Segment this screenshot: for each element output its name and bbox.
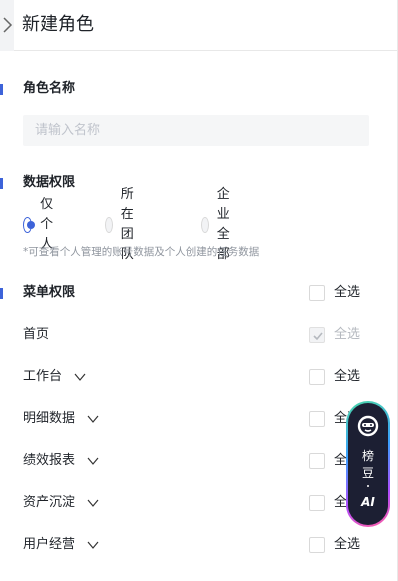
radio-unchecked-icon[interactable] <box>201 217 209 233</box>
menu-item-select-label: 全选 <box>334 537 361 552</box>
menu-item-label[interactable]: 工作台 <box>23 367 62 387</box>
data-permission-title: 数据权限 <box>23 175 76 190</box>
menu-item-checkbox[interactable] <box>309 369 325 385</box>
role-name-input[interactable] <box>23 115 369 146</box>
chevron-down-icon[interactable] <box>87 497 99 509</box>
radio-checked-icon[interactable] <box>23 217 36 233</box>
menu-item-home: 首页 全选 <box>0 325 398 345</box>
robot-face-icon <box>357 415 379 437</box>
select-all-checkbox[interactable] <box>309 285 325 301</box>
data-permission-hint: *可查看个人管理的账号数据及个人创建的任务数据 <box>23 246 260 258</box>
menu-item-checkbox[interactable] <box>309 495 325 511</box>
menu-item-select-label: 全选 <box>334 327 361 342</box>
ai-label-line2: 豆 <box>361 466 374 480</box>
menu-item-workbench[interactable]: 工作台 全选 <box>0 367 398 387</box>
section-marker <box>0 178 3 189</box>
chevron-down-icon[interactable] <box>87 455 99 467</box>
chevron-down-icon[interactable] <box>74 371 86 383</box>
ai-assistant-inner[interactable]: 榜 豆 AI <box>348 403 388 525</box>
menu-item-label[interactable]: 用户经营 <box>23 535 75 555</box>
back-button[interactable] <box>0 0 14 51</box>
radio-unchecked-icon[interactable] <box>105 217 113 233</box>
menu-item-label[interactable]: 资产沉淀 <box>23 493 75 513</box>
chevron-down-icon[interactable] <box>87 413 99 425</box>
radio-personal[interactable]: 仅个人 <box>23 197 60 252</box>
ai-assistant-button[interactable]: 榜 豆 AI <box>346 401 390 527</box>
menu-item-label[interactable]: 明细数据 <box>23 409 75 429</box>
menu-item-checkbox[interactable] <box>309 411 325 427</box>
menu-item-user-operations[interactable]: 用户经营 全选 <box>0 535 398 555</box>
menu-item-label[interactable]: 绩效报表 <box>23 451 75 471</box>
radio-team[interactable]: 所在团队 <box>105 187 142 262</box>
checkbox-checked-disabled <box>309 327 325 343</box>
menu-item-performance-report[interactable]: 绩效报表 全选 <box>0 451 398 471</box>
ai-label-line1: 榜 <box>361 449 374 463</box>
select-all-label: 全选 <box>334 285 361 300</box>
menu-item-asset-accumulation[interactable]: 资产沉淀 全选 <box>0 493 398 513</box>
ai-label-dot <box>367 485 369 487</box>
menu-item-select-label: 全选 <box>334 369 361 384</box>
role-name-title: 角色名称 <box>23 81 76 96</box>
radio-enterprise[interactable]: 企业全部 <box>201 187 238 262</box>
menu-item-checkbox[interactable] <box>309 537 325 553</box>
header: 新建角色 <box>0 0 398 51</box>
ai-label-line3: AI <box>361 495 375 509</box>
select-all-row: 全选 <box>0 283 398 303</box>
chevron-left-icon[interactable] <box>1 15 13 35</box>
menu-item-checkbox[interactable] <box>309 453 325 469</box>
menu-item-label: 首页 <box>23 327 50 342</box>
section-marker <box>0 84 3 95</box>
chevron-down-icon[interactable] <box>87 539 99 551</box>
page-title: 新建角色 <box>22 14 94 35</box>
menu-item-detail-data[interactable]: 明细数据 全选 <box>0 409 398 429</box>
check-icon <box>313 332 323 341</box>
